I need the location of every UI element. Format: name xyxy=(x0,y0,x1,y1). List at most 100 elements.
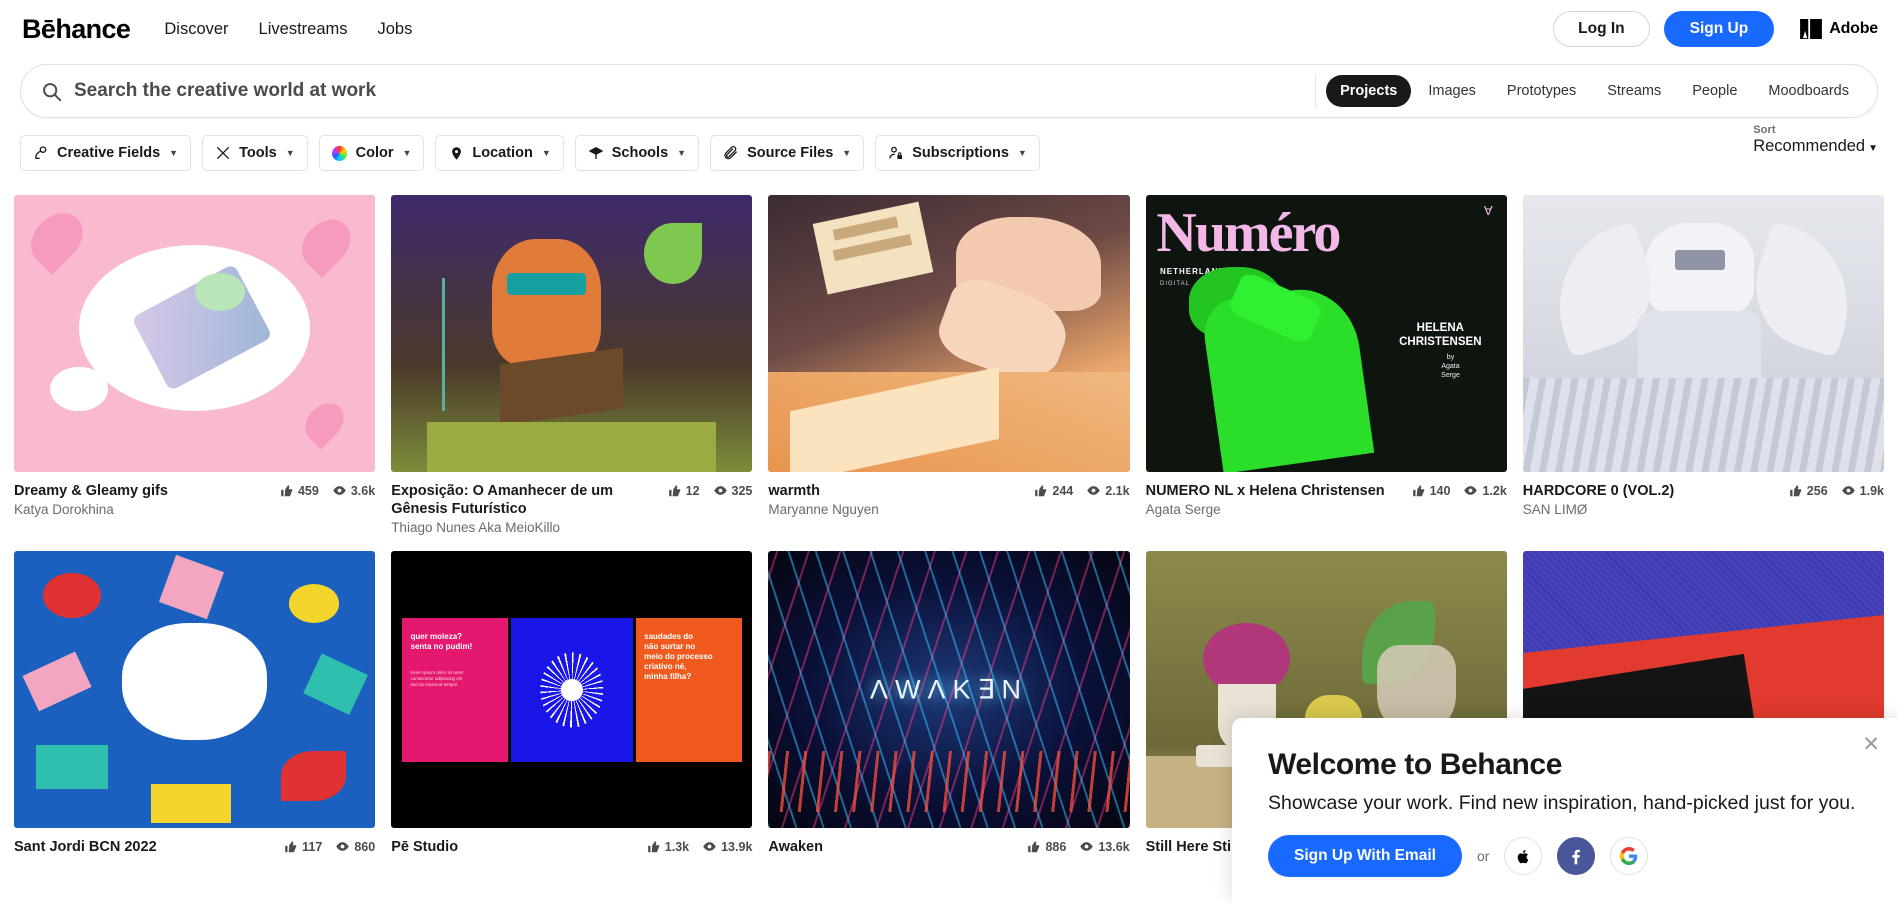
filter-location[interactable]: Location ▼ xyxy=(435,135,563,171)
project-title[interactable]: NUMERO NL x Helena Christensen xyxy=(1146,482,1404,500)
project-title[interactable]: Dreamy & Gleamy gifs xyxy=(14,482,272,500)
chevron-down-icon: ▼ xyxy=(1868,143,1878,154)
project-stats: 1.3k 13.9k xyxy=(647,838,753,854)
project-meta: warmth Maryanne Nguyen 244 2.1k xyxy=(768,482,1129,517)
project-card: ΛWΛK∃N Awaken 886 13.6k xyxy=(768,551,1129,858)
view-count: 1.9k xyxy=(1860,484,1884,498)
like-stat: 1.3k xyxy=(647,840,689,854)
nav-link-jobs[interactable]: Jobs xyxy=(378,20,413,39)
tab-moodboards[interactable]: Moodboards xyxy=(1754,75,1863,107)
apple-sign-in-button[interactable] xyxy=(1504,837,1542,875)
eye-icon xyxy=(1841,483,1856,498)
adobe-brand[interactable]: Adobe xyxy=(1800,19,1878,39)
behance-logo[interactable]: Bēhance xyxy=(22,14,130,45)
project-title[interactable]: Pē Studio xyxy=(391,838,639,856)
project-title[interactable]: Awaken xyxy=(768,838,1019,856)
project-owner[interactable]: Maryanne Nguyen xyxy=(768,502,1026,517)
filter-tools[interactable]: Tools ▼ xyxy=(202,135,308,171)
chevron-down-icon: ▼ xyxy=(1018,148,1027,158)
tab-projects[interactable]: Projects xyxy=(1326,75,1411,107)
like-count: 117 xyxy=(302,840,322,854)
filter-color-label: Color xyxy=(356,145,394,161)
project-thumbnail-hardcore-0[interactable] xyxy=(1523,195,1884,472)
like-count: 459 xyxy=(298,484,319,498)
log-in-button[interactable]: Log In xyxy=(1553,11,1650,47)
project-meta: Sant Jordi BCN 2022 117 860 xyxy=(14,838,375,858)
project-thumbnail-numero-cover[interactable]: Numéro NETHERLANDS DIGITAL A HELENACHRIS… xyxy=(1146,195,1507,472)
filter-subscriptions-label: Subscriptions xyxy=(912,145,1009,161)
close-icon[interactable]: ✕ xyxy=(1862,734,1880,755)
project-thumbnail-genesis-futuristico[interactable] xyxy=(391,195,752,472)
nav-link-livestreams[interactable]: Livestreams xyxy=(259,20,348,39)
project-owner[interactable]: Agata Serge xyxy=(1146,502,1404,517)
nav-link-discover[interactable]: Discover xyxy=(164,20,228,39)
schools-icon xyxy=(588,145,604,161)
project-thumbnail-awaken[interactable]: ΛWΛK∃N xyxy=(768,551,1129,828)
chevron-down-icon: ▼ xyxy=(677,148,686,158)
filter-source-files-label: Source Files xyxy=(747,145,833,161)
project-stats: 256 1.9k xyxy=(1789,482,1884,498)
eye-icon xyxy=(713,483,728,498)
project-title[interactable]: HARDCORE 0 (VOL.2) xyxy=(1523,482,1781,500)
search-icon xyxy=(41,81,62,102)
project-thumbnail-sant-jordi[interactable] xyxy=(14,551,375,828)
like-stat: 117 xyxy=(284,840,322,854)
project-owner[interactable]: Katya Dorokhina xyxy=(14,502,272,517)
thumbs-up-icon xyxy=(1789,484,1803,498)
view-stat: 2.1k xyxy=(1086,483,1129,498)
tab-prototypes[interactable]: Prototypes xyxy=(1493,75,1590,107)
sort-control[interactable]: Sort Recommended▼ xyxy=(1753,124,1878,156)
project-owner[interactable]: Thiago Nunes Aka MeioKillo xyxy=(391,520,659,535)
filter-bar: Creative Fields ▼ Tools ▼ Color ▼ Locati… xyxy=(0,118,1898,171)
primary-nav: Discover Livestreams Jobs xyxy=(164,20,412,39)
sign-up-button[interactable]: Sign Up xyxy=(1664,11,1775,47)
project-thumbnail-pe-studio[interactable]: quer moleza?senta no pudim! lorem ipsum … xyxy=(391,551,752,828)
sign-up-with-email-button[interactable]: Sign Up With Email xyxy=(1268,835,1462,877)
eye-icon xyxy=(1086,483,1101,498)
project-meta: HARDCORE 0 (VOL.2) SAN LIMØ 256 1.9k xyxy=(1523,482,1884,517)
sort-value[interactable]: Recommended▼ xyxy=(1753,137,1878,156)
project-stats: 12 325 xyxy=(668,482,753,498)
search-input[interactable] xyxy=(74,65,1315,117)
tab-streams[interactable]: Streams xyxy=(1593,75,1675,107)
search-bar[interactable]: Projects Images Prototypes Streams Peopl… xyxy=(20,64,1878,118)
project-card: Dreamy & Gleamy gifs Katya Dorokhina 459… xyxy=(14,195,375,535)
filter-source-files[interactable]: Source Files ▼ xyxy=(710,135,864,171)
filter-color[interactable]: Color ▼ xyxy=(319,135,425,171)
tab-people[interactable]: People xyxy=(1678,75,1751,107)
google-sign-in-button[interactable] xyxy=(1610,837,1648,875)
filter-creative-fields[interactable]: Creative Fields ▼ xyxy=(20,135,191,171)
chevron-down-icon: ▼ xyxy=(169,148,178,158)
project-stats: 886 13.6k xyxy=(1027,838,1129,854)
project-card: Exposição: O Amanhecer de um Gênesis Fut… xyxy=(391,195,752,535)
filter-schools[interactable]: Schools ▼ xyxy=(575,135,699,171)
like-count: 244 xyxy=(1052,484,1073,498)
project-card: Sant Jordi BCN 2022 117 860 xyxy=(14,551,375,858)
tab-images[interactable]: Images xyxy=(1414,75,1490,107)
like-count: 256 xyxy=(1807,484,1828,498)
project-title[interactable]: warmth xyxy=(768,482,1026,500)
view-stat: 860 xyxy=(335,839,375,854)
thumbs-up-icon xyxy=(1412,484,1426,498)
filter-subscriptions[interactable]: Subscriptions ▼ xyxy=(875,135,1040,171)
project-stats: 459 3.6k xyxy=(280,482,375,498)
like-count: 12 xyxy=(686,484,700,498)
facebook-sign-in-button[interactable] xyxy=(1557,837,1595,875)
view-count: 325 xyxy=(732,484,753,498)
thumbs-up-icon xyxy=(647,840,661,854)
project-title[interactable]: Sant Jordi BCN 2022 xyxy=(14,838,276,856)
project-owner[interactable]: SAN LIMØ xyxy=(1523,502,1781,517)
search-type-tabs: Projects Images Prototypes Streams Peopl… xyxy=(1326,75,1877,107)
apple-icon xyxy=(1515,848,1532,865)
thumbs-up-icon xyxy=(1034,484,1048,498)
project-thumbnail-dreamy-gleamy-gifs[interactable] xyxy=(14,195,375,472)
project-title[interactable]: Exposição: O Amanhecer de um Gênesis Fut… xyxy=(391,482,659,518)
sort-label: Sort xyxy=(1753,124,1878,136)
filter-creative-fields-label: Creative Fields xyxy=(57,145,160,161)
tools-icon xyxy=(215,145,231,161)
thumbs-up-icon xyxy=(280,484,294,498)
project-thumbnail-warmth[interactable] xyxy=(768,195,1129,472)
chevron-down-icon: ▼ xyxy=(402,148,411,158)
like-count: 1.3k xyxy=(665,840,689,854)
chevron-down-icon: ▼ xyxy=(842,148,851,158)
